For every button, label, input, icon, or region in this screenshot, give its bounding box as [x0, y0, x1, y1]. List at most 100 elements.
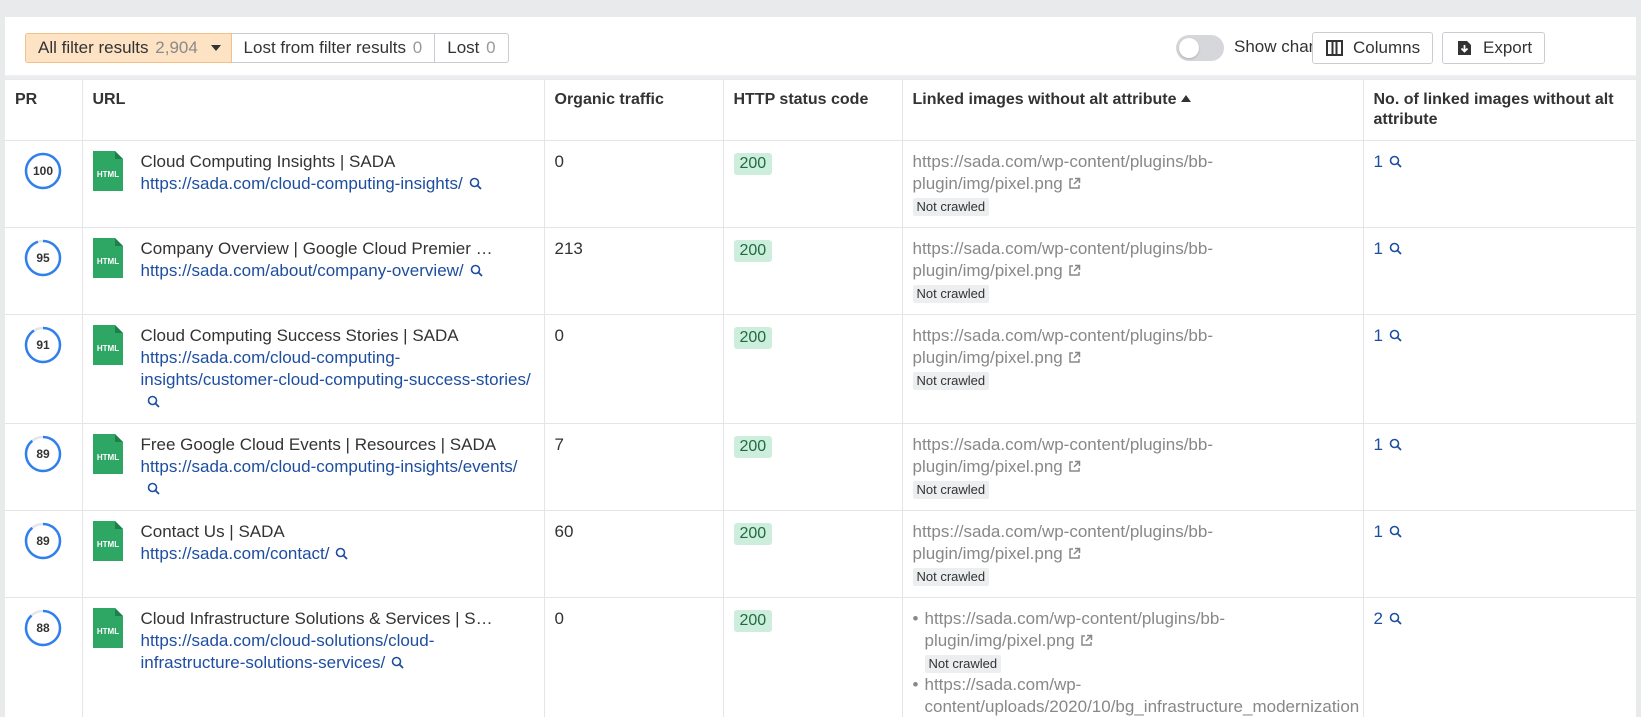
column-header-http-status[interactable]: HTTP status code: [723, 80, 902, 141]
html-icon-text: HTML: [96, 453, 118, 462]
external-link-icon[interactable]: [1068, 351, 1081, 364]
page-title: Cloud Computing Success Stories | SADA: [141, 325, 534, 347]
lost-tab[interactable]: Lost 0: [434, 33, 508, 63]
url-cell: HTMLCloud Infrastructure Solutions & Ser…: [82, 598, 544, 717]
export-button[interactable]: Export: [1442, 32, 1545, 64]
pr-cell: 95: [5, 228, 82, 315]
external-link-icon[interactable]: [1068, 177, 1081, 190]
organic-traffic-value: 213: [555, 239, 583, 258]
column-header-pr[interactable]: PR: [5, 80, 82, 141]
pr-cell: 89: [5, 424, 82, 511]
http-status-cell: 200: [723, 424, 902, 511]
table-row: 95HTMLCompany Overview | Google Cloud Pr…: [5, 228, 1636, 315]
column-header-organic-traffic[interactable]: Organic traffic: [544, 80, 723, 141]
toggle-knob: [1179, 38, 1199, 58]
linked-image-url[interactable]: https://sada.com/wp-content/plugins/bb-p…: [925, 609, 1226, 650]
not-crawled-badge: Not crawled: [925, 655, 1002, 673]
column-header-image-count-label: No. of linked images without alt attribu…: [1374, 91, 1614, 128]
image-count-link[interactable]: 1: [1374, 522, 1383, 541]
pr-score: 89: [23, 434, 63, 474]
url-cell: HTML Cloud Computing Insights | SADAhttps…: [82, 141, 544, 228]
table-row: 88 HTMLCloud Infrastructure Solutions & S…: [5, 598, 1636, 717]
search-icon[interactable]: [1389, 525, 1402, 538]
sort-ascending-icon: [1181, 95, 1191, 102]
linked-image-url[interactable]: https://sada.com/wp-content/plugins/bb-p…: [913, 326, 1214, 367]
column-header-image-count[interactable]: No. of linked images without alt attribu…: [1363, 80, 1636, 141]
columns-button[interactable]: Columns: [1312, 32, 1433, 64]
pr-score-ring: 95: [23, 238, 63, 278]
filter-segmented-control: All filter results 2,904 Lost from filte…: [25, 33, 509, 63]
image-count-link[interactable]: 1: [1374, 239, 1383, 258]
linked-image-url[interactable]: https://sada.com/wp-content/plugins/bb-p…: [913, 239, 1214, 280]
pr-score: 95: [23, 238, 63, 278]
image-count-link[interactable]: 1: [1374, 435, 1383, 454]
pr-score-ring: 89: [23, 521, 63, 561]
not-crawled-badge: Not crawled: [913, 198, 990, 216]
caret-down-icon: [211, 45, 221, 51]
table-row: 89HTMLContact Us | SADAhttps://sada.com/…: [5, 511, 1636, 598]
pr-score: 88: [23, 608, 63, 648]
pr-score-ring: 89: [23, 434, 63, 474]
linked-image-url[interactable]: https://sada.com/wp-content/plugins/bb-p…: [913, 152, 1214, 193]
all-filter-results-dropdown[interactable]: All filter results 2,904: [25, 33, 232, 63]
linked-image-url[interactable]: https://sada.com/wp-content/plugins/bb-p…: [913, 435, 1214, 476]
lost-from-filter-results-tab[interactable]: Lost from filter results 0: [231, 33, 436, 63]
page-url-link[interactable]: https://sada.com/contact/: [141, 544, 330, 563]
html-file-icon: HTML: [93, 151, 123, 191]
image-count-cell: 2: [1363, 598, 1636, 717]
page-title: Cloud Computing Insights | SADA: [141, 151, 534, 173]
external-link-icon[interactable]: [1068, 264, 1081, 277]
image-count-cell: 1: [1363, 511, 1636, 598]
columns-icon: [1326, 40, 1343, 56]
page-url-link[interactable]: https://sada.com/about/company-overview/: [141, 261, 464, 280]
image-count-link[interactable]: 1: [1374, 326, 1383, 345]
organic-traffic-cell: 213: [544, 228, 723, 315]
external-link-icon[interactable]: [1068, 460, 1081, 473]
linked-image-item: https://sada.com/wp-content/plugins/bb-p…: [913, 238, 1353, 304]
status-badge: 200: [734, 523, 773, 545]
pr-cell: 91: [5, 315, 82, 424]
linked-image-url[interactable]: https://sada.com/wp-content/plugins/bb-p…: [913, 522, 1214, 563]
linked-image-item: https://sada.com/wp-content/plugins/bb-p…: [913, 151, 1353, 217]
show-changes-toggle[interactable]: [1176, 35, 1224, 61]
external-link-icon[interactable]: [1080, 634, 1093, 647]
image-count-link[interactable]: 2: [1374, 609, 1383, 628]
search-icon[interactable]: [147, 395, 160, 408]
search-icon[interactable]: [1389, 329, 1402, 342]
search-icon[interactable]: [391, 656, 404, 669]
organic-traffic-cell: 0: [544, 315, 723, 424]
search-icon[interactable]: [335, 547, 348, 560]
table-row: 100HTMLCloud Computing Insights | SADAht…: [5, 141, 1636, 228]
lost-label: Lost: [447, 38, 479, 57]
external-link-icon[interactable]: [1068, 547, 1081, 560]
html-icon-text: HTML: [96, 257, 118, 266]
image-count-cell: 1: [1363, 228, 1636, 315]
search-icon[interactable]: [1389, 438, 1402, 451]
url-cell: HTMLFree Google Cloud Events | Resources…: [82, 424, 544, 511]
status-badge: 200: [734, 610, 773, 632]
html-icon-text: HTML: [96, 540, 118, 549]
image-count-link[interactable]: 1: [1374, 152, 1383, 171]
search-icon[interactable]: [469, 177, 482, 190]
organic-traffic-cell: 60: [544, 511, 723, 598]
column-header-linked-images[interactable]: Linked images without alt attribute: [902, 80, 1363, 141]
status-badge: 200: [734, 153, 773, 175]
lost-count: 0: [486, 38, 495, 57]
page-url-link[interactable]: https://sada.com/cloud-computing-insight…: [141, 348, 531, 389]
pr-score: 89: [23, 521, 63, 561]
html-icon-text: HTML: [96, 627, 118, 636]
organic-traffic-value: 0: [555, 152, 564, 171]
status-badge: 200: [734, 436, 773, 458]
column-header-organic-traffic-label: Organic traffic: [555, 91, 664, 108]
search-icon[interactable]: [470, 264, 483, 277]
page-url-link[interactable]: https://sada.com/cloud-computing-insight…: [141, 174, 463, 193]
page-url-link[interactable]: https://sada.com/cloud-computing-insight…: [141, 457, 518, 476]
linked-image-url[interactable]: https://sada.com/wp-content/uploads/2020…: [925, 675, 1360, 716]
image-count-cell: 1: [1363, 141, 1636, 228]
search-icon[interactable]: [1389, 155, 1402, 168]
search-icon[interactable]: [147, 482, 160, 495]
html-icon-text: HTML: [96, 344, 118, 353]
column-header-url[interactable]: URL: [82, 80, 544, 141]
search-icon[interactable]: [1389, 612, 1402, 625]
search-icon[interactable]: [1389, 242, 1402, 255]
